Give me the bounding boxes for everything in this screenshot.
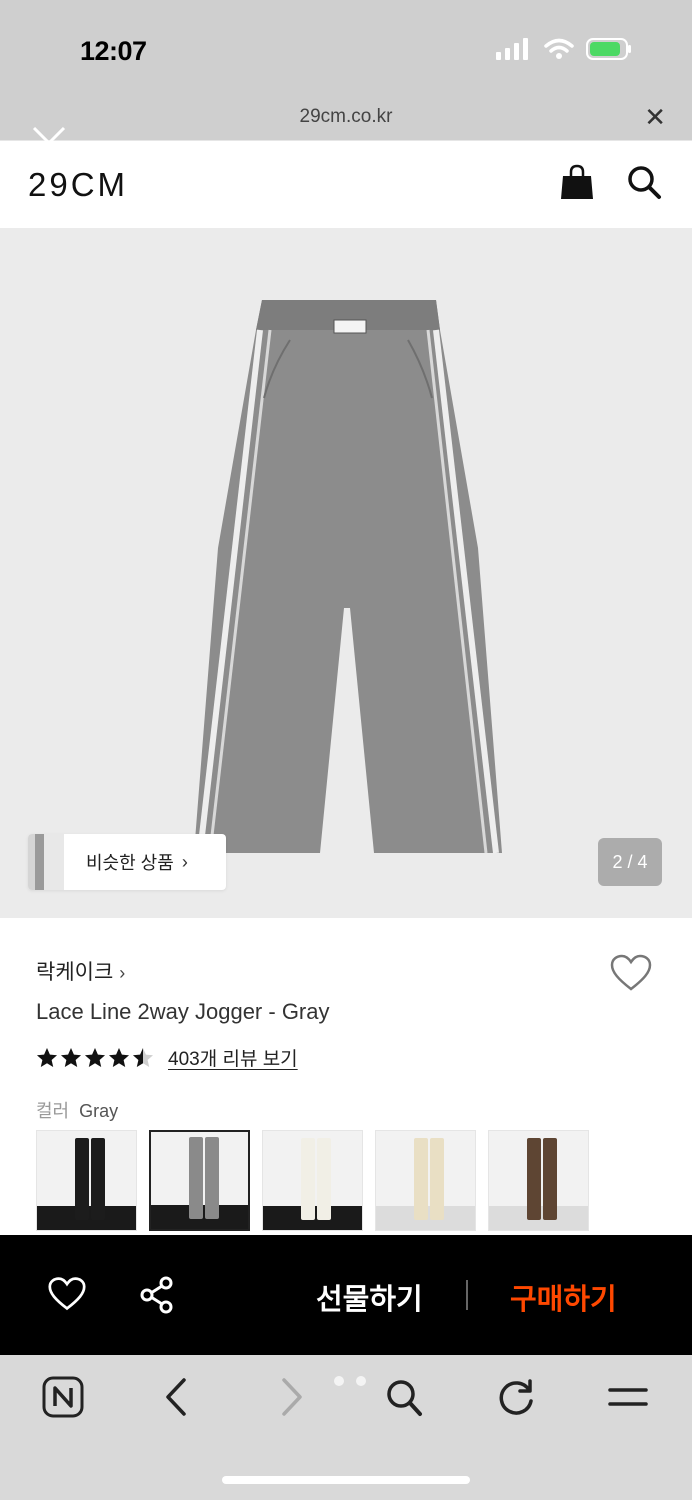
similar-thumbnail	[28, 834, 64, 890]
page-dot	[334, 1376, 344, 1386]
header-icons	[560, 164, 662, 200]
swatch-pant-leg	[91, 1138, 105, 1220]
swatch-pant-leg	[317, 1138, 331, 1220]
jogger-pants-image	[194, 300, 502, 854]
back-icon[interactable]	[160, 1376, 196, 1418]
home-indicator	[222, 1476, 470, 1484]
star-icon	[61, 1047, 81, 1067]
star-icon	[109, 1047, 129, 1067]
heart-icon[interactable]	[48, 1276, 86, 1312]
star-icon	[133, 1047, 153, 1067]
swatch-pant-leg	[189, 1137, 203, 1219]
bag-icon[interactable]	[560, 164, 594, 200]
chevron-right-icon: ›	[119, 963, 126, 983]
naver-icon[interactable]	[42, 1376, 84, 1418]
color-row: 컬러 Gray	[36, 1097, 118, 1123]
swatch-pant-leg	[430, 1138, 444, 1220]
swatch-pant-leg	[527, 1138, 541, 1220]
close-icon[interactable]	[30, 124, 68, 162]
menu-icon[interactable]	[606, 1376, 650, 1418]
share-icon[interactable]	[138, 1276, 176, 1314]
battery-icon	[586, 38, 631, 60]
color-option-ivory[interactable]	[262, 1130, 363, 1231]
status-time: 12:07	[80, 36, 147, 66]
color-option-gray[interactable]	[149, 1130, 250, 1231]
rating-stars	[36, 1047, 154, 1069]
chevron-right-icon: ›	[181, 851, 188, 872]
similar-products-label: 비슷한 상품	[86, 853, 174, 873]
product-title: Lace Line 2way Jogger - Gray	[36, 999, 330, 1024]
image-pager: 2 / 4	[598, 838, 662, 886]
color-value: Gray	[79, 1101, 119, 1121]
page-dot	[356, 1376, 366, 1386]
similar-products-button[interactable]: 비슷한 상품 ›	[28, 834, 226, 890]
close-tab-icon[interactable]: ✕	[644, 104, 666, 130]
site-logo[interactable]: 29CM	[28, 166, 128, 204]
status-icons	[496, 38, 632, 60]
swatch-pant-leg	[205, 1137, 219, 1219]
rating-row: 403개 리뷰 보기	[36, 1044, 298, 1071]
wifi-icon	[544, 38, 574, 59]
star-icon	[37, 1047, 57, 1067]
search-icon[interactable]	[626, 164, 662, 200]
reload-icon[interactable]	[496, 1376, 536, 1418]
swatch-pant-leg	[301, 1138, 315, 1220]
product-image[interactable]	[0, 228, 692, 918]
color-option-cream[interactable]	[375, 1130, 476, 1231]
color-label: 컬러	[36, 1101, 70, 1121]
brand-name: 락케이크	[36, 961, 114, 984]
color-option-brown[interactable]	[488, 1130, 589, 1231]
swatch-pant-leg	[543, 1138, 557, 1220]
forward-icon[interactable]	[272, 1376, 308, 1418]
color-options	[36, 1130, 589, 1231]
signal-icon	[496, 38, 528, 60]
url-bar[interactable]: 29cm.co.kr	[0, 106, 692, 128]
action-divider	[466, 1280, 468, 1310]
swatch-pant-leg	[414, 1138, 428, 1220]
gift-button[interactable]: 선물하기	[316, 1276, 423, 1318]
search-icon[interactable]	[384, 1376, 424, 1418]
buy-button[interactable]: 구매하기	[510, 1276, 617, 1318]
color-option-black[interactable]	[36, 1130, 137, 1231]
star-icon	[85, 1047, 105, 1067]
swatch-pant-leg	[75, 1138, 89, 1220]
heart-icon[interactable]	[610, 954, 652, 992]
brand-link[interactable]: 락케이크 ›	[36, 956, 125, 986]
review-link[interactable]: 403개 리뷰 보기	[168, 1044, 298, 1071]
